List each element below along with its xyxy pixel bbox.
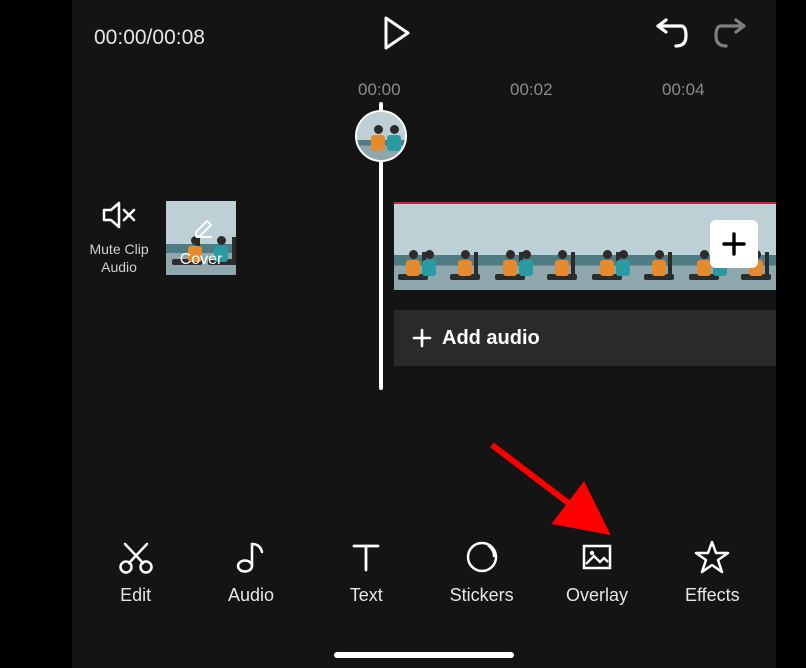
speaker-mute-icon (101, 200, 137, 235)
add-audio-row[interactable]: Add audio (394, 310, 776, 366)
undo-button[interactable] (648, 18, 688, 55)
star-icon (692, 537, 732, 577)
tool-label: Effects (685, 585, 740, 606)
redo-button[interactable] (714, 18, 754, 55)
tool-stickers[interactable]: Stickers (428, 537, 536, 606)
ruler-tick: 00:04 (662, 80, 705, 100)
add-audio-label: Add audio (442, 327, 540, 350)
plus-icon (720, 230, 748, 258)
ruler-tick: 00:00 (358, 80, 401, 100)
top-bar: 00:00/00:08 (72, 18, 776, 58)
tool-effects[interactable]: Effects (658, 537, 766, 606)
tool-text[interactable]: Text (312, 537, 420, 606)
video-editor-app: 00:00/00:08 00:00 00:02 00:04 (72, 0, 776, 668)
bottom-toolbar: Edit Audio Text (72, 526, 776, 616)
mute-label: Mute Clip Audio (86, 241, 152, 276)
text-icon (346, 537, 386, 577)
tool-label: Audio (228, 585, 274, 606)
play-button[interactable] (382, 16, 412, 55)
timeline-left-controls: Mute Clip Audio Cover (86, 200, 236, 276)
add-clip-button[interactable] (710, 220, 758, 268)
timeline-area: Mute Clip Audio Cover (72, 120, 776, 400)
cover-thumbnail[interactable]: Cover (166, 201, 236, 275)
plus-icon (412, 328, 432, 348)
pencil-icon (193, 217, 215, 244)
mute-clip-audio-button[interactable]: Mute Clip Audio (86, 200, 152, 276)
tool-label: Stickers (450, 585, 514, 606)
tool-overlay[interactable]: Overlay (543, 537, 651, 606)
tool-edit[interactable]: Edit (82, 537, 190, 606)
overlay-icon (577, 537, 617, 577)
playhead-preview-bubble[interactable] (355, 110, 407, 162)
sticker-icon (462, 537, 502, 577)
tool-label: Text (350, 585, 383, 606)
music-note-icon (231, 537, 271, 577)
home-indicator[interactable] (334, 652, 514, 658)
cover-label: Cover (166, 251, 236, 269)
scissors-icon (116, 537, 156, 577)
timeline-ruler[interactable]: 00:00 00:02 00:04 (72, 80, 776, 110)
tool-label: Edit (120, 585, 151, 606)
tool-label: Overlay (566, 585, 628, 606)
ruler-tick: 00:02 (510, 80, 553, 100)
time-display: 00:00/00:08 (94, 26, 205, 50)
tool-audio[interactable]: Audio (197, 537, 305, 606)
